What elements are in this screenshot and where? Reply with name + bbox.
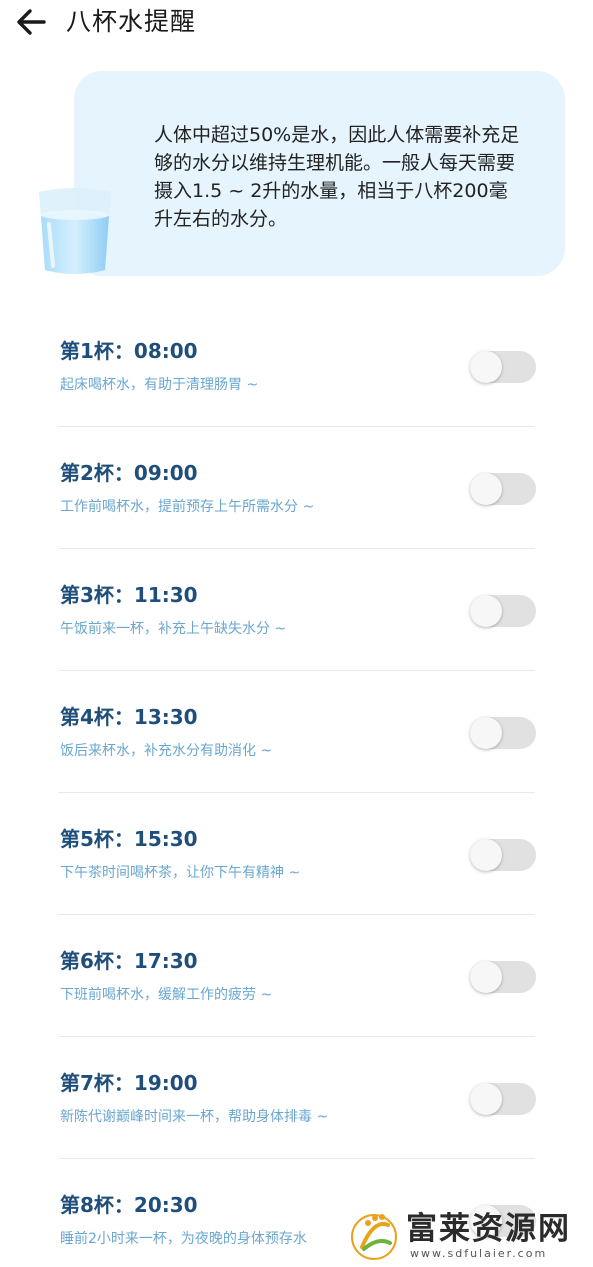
cup-list: 第1杯：08:00 起床喝杯水，有助于清理肠胃 ~ 第2杯：09:00 工作前喝… xyxy=(0,305,593,1267)
reminder-toggle[interactable] xyxy=(470,961,536,993)
reminder-toggle[interactable] xyxy=(470,839,536,871)
reminder-toggle[interactable] xyxy=(470,595,536,627)
cup-title: 第1杯：08:00 xyxy=(60,339,198,363)
toggle-knob xyxy=(470,595,502,627)
watermark: 富莱资源网 www.sdfulaier.com xyxy=(344,1203,584,1267)
watermark-url: www.sdfulaier.com xyxy=(410,1247,548,1260)
cup-description: 新陈代谢巅峰时间来一杯，帮助身体排毒 ~ xyxy=(60,1109,329,1125)
toggle-knob xyxy=(470,961,502,993)
cup-title: 第4杯：13:30 xyxy=(60,705,198,729)
water-glass-icon xyxy=(39,188,111,274)
toggle-knob xyxy=(470,1083,502,1115)
reminder-toggle[interactable] xyxy=(470,717,536,749)
list-item: 第3杯：11:30 午饭前来一杯，补充上午缺失水分 ~ xyxy=(0,549,593,671)
reminder-toggle[interactable] xyxy=(470,1083,536,1115)
back-button[interactable] xyxy=(14,4,54,40)
cup-title: 第5杯：15:30 xyxy=(60,827,198,851)
watermark-name: 富莱资源网 xyxy=(406,1211,571,1247)
arrow-left-icon xyxy=(17,9,46,35)
cup-description: 睡前2小时来一杯，为夜晚的身体预存水 xyxy=(60,1231,307,1247)
cup-title: 第3杯：11:30 xyxy=(60,583,198,607)
watermark-logo-icon xyxy=(351,1214,397,1260)
cup-title: 第6杯：17:30 xyxy=(60,949,198,973)
toggle-knob xyxy=(470,473,502,505)
screen: 八杯水提醒 人体中超过50%是水，因此人体需要补充足够的水分以维持生理机能。一般… xyxy=(0,0,593,1267)
info-text: 人体中超过50%是水，因此人体需要补充足够的水分以维持生理机能。一般人每天需要摄… xyxy=(154,124,520,230)
toggle-knob xyxy=(470,351,502,383)
list-item: 第2杯：09:00 工作前喝杯水，提前预存上午所需水分 ~ xyxy=(0,427,593,549)
list-item: 第6杯：17:30 下班前喝杯水，缓解工作的疲劳 ~ xyxy=(0,915,593,1037)
toggle-knob xyxy=(470,839,502,871)
cup-description: 下班前喝杯水，缓解工作的疲劳 ~ xyxy=(60,987,273,1003)
cup-description: 工作前喝杯水，提前预存上午所需水分 ~ xyxy=(60,499,315,515)
list-item: 第1杯：08:00 起床喝杯水，有助于清理肠胃 ~ xyxy=(0,305,593,427)
top-bar: 八杯水提醒 xyxy=(0,0,593,48)
cup-description: 起床喝杯水，有助于清理肠胃 ~ xyxy=(60,377,259,393)
cup-description: 午饭前来一杯，补充上午缺失水分 ~ xyxy=(60,621,287,637)
page-title: 八杯水提醒 xyxy=(66,7,197,36)
list-item: 第7杯：19:00 新陈代谢巅峰时间来一杯，帮助身体排毒 ~ xyxy=(0,1037,593,1159)
cup-title: 第7杯：19:00 xyxy=(60,1071,198,1095)
list-item: 第4杯：13:30 饭后来杯水，补充水分有助消化 ~ xyxy=(0,671,593,793)
cup-description: 饭后来杯水，补充水分有助消化 ~ xyxy=(60,743,273,759)
list-item: 第5杯：15:30 下午茶时间喝杯茶，让你下午有精神 ~ xyxy=(0,793,593,915)
cup-title: 第8杯：20:30 xyxy=(60,1193,198,1217)
cup-title: 第2杯：09:00 xyxy=(60,461,198,485)
cup-description: 下午茶时间喝杯茶，让你下午有精神 ~ xyxy=(60,865,301,881)
reminder-toggle[interactable] xyxy=(470,351,536,383)
reminder-toggle[interactable] xyxy=(470,473,536,505)
toggle-knob xyxy=(470,717,502,749)
